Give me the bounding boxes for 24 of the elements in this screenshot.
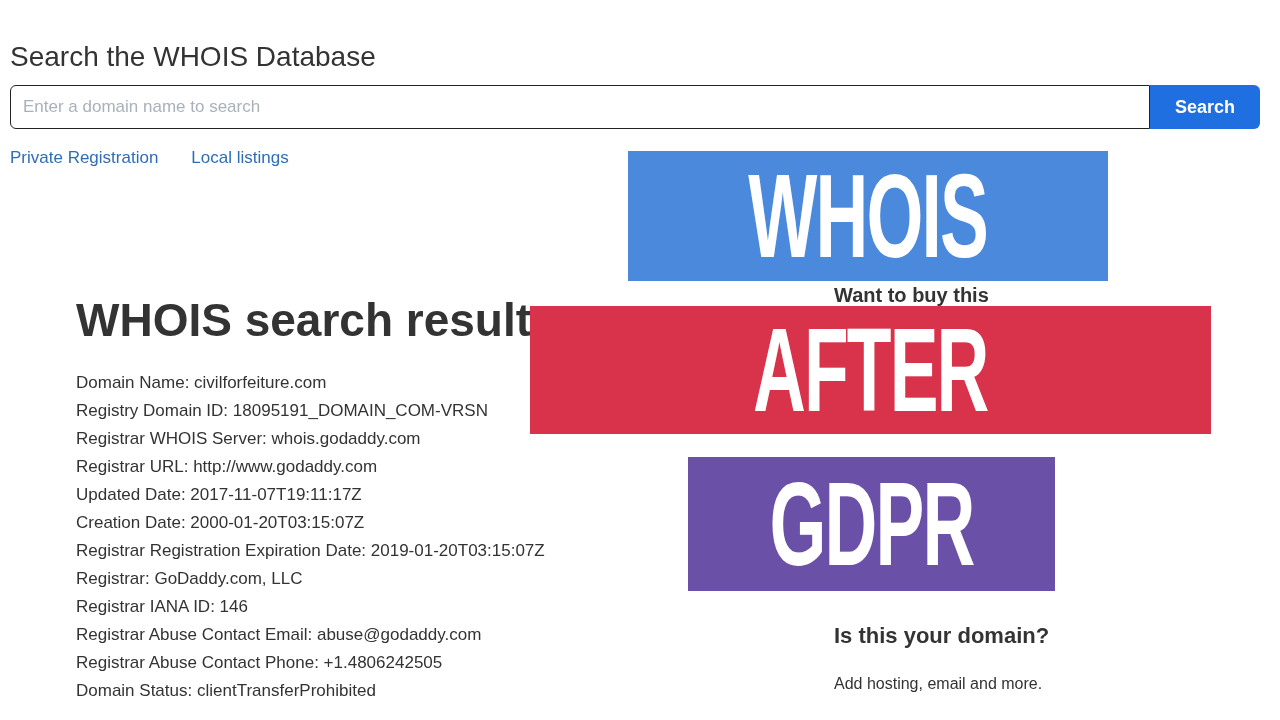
whois-record-line: Creation Date: 2000-01-20T03:15:07Z xyxy=(76,511,366,534)
whois-record-line: Registrar WHOIS Server: whois.godaddy.com xyxy=(76,427,422,450)
nav-link[interactable]: Private Registration xyxy=(10,145,159,171)
title-banner: GDPR xyxy=(688,457,1055,591)
whois-record-line: Registry Domain ID: 18095191_DOMAIN_COM-VRSN xyxy=(76,399,489,422)
whois-record-line: Registrar IANA ID: 146 xyxy=(76,595,249,618)
whois-record-line: Registrar Abuse Contact Phone: +1.4806242505 xyxy=(76,651,444,674)
whois-record-line: Registrar: GoDaddy.com, LLC xyxy=(76,567,304,590)
search-field[interactable]: Enter a domain name to search xyxy=(10,85,1150,129)
results-heading: WHOIS search result xyxy=(76,292,533,347)
nav-link[interactable]: Local listings xyxy=(191,145,289,171)
sidebar-heading: Is this your domain? xyxy=(834,621,1050,650)
whois-record-line: Domain Status: clientTransferProhibited xyxy=(76,679,377,702)
search-button[interactable]: Search xyxy=(1150,85,1260,129)
whois-record-line: Updated Date: 2017-11-07T19:11:17Z xyxy=(76,483,363,506)
sidebar-text: Add hosting, email and more. xyxy=(834,673,1044,694)
title-banner: AFTER xyxy=(530,306,1211,434)
page-title: Search the WHOIS Database xyxy=(10,40,377,74)
whois-record-line: Domain Name: civilforfeiture.com xyxy=(76,371,328,394)
title-banner: WHOIS xyxy=(628,151,1108,281)
whois-record-line: Registrar Abuse Contact Email: abuse@godaddy.com xyxy=(76,623,483,646)
whois-record-line: Registrar Registration Expiration Date: 2019-01-20T03:15:07Z xyxy=(76,539,546,562)
sidebar-heading: Want to buy this xyxy=(834,283,990,306)
whois-record-line: Registrar URL: http://www.godaddy.com xyxy=(76,455,379,478)
